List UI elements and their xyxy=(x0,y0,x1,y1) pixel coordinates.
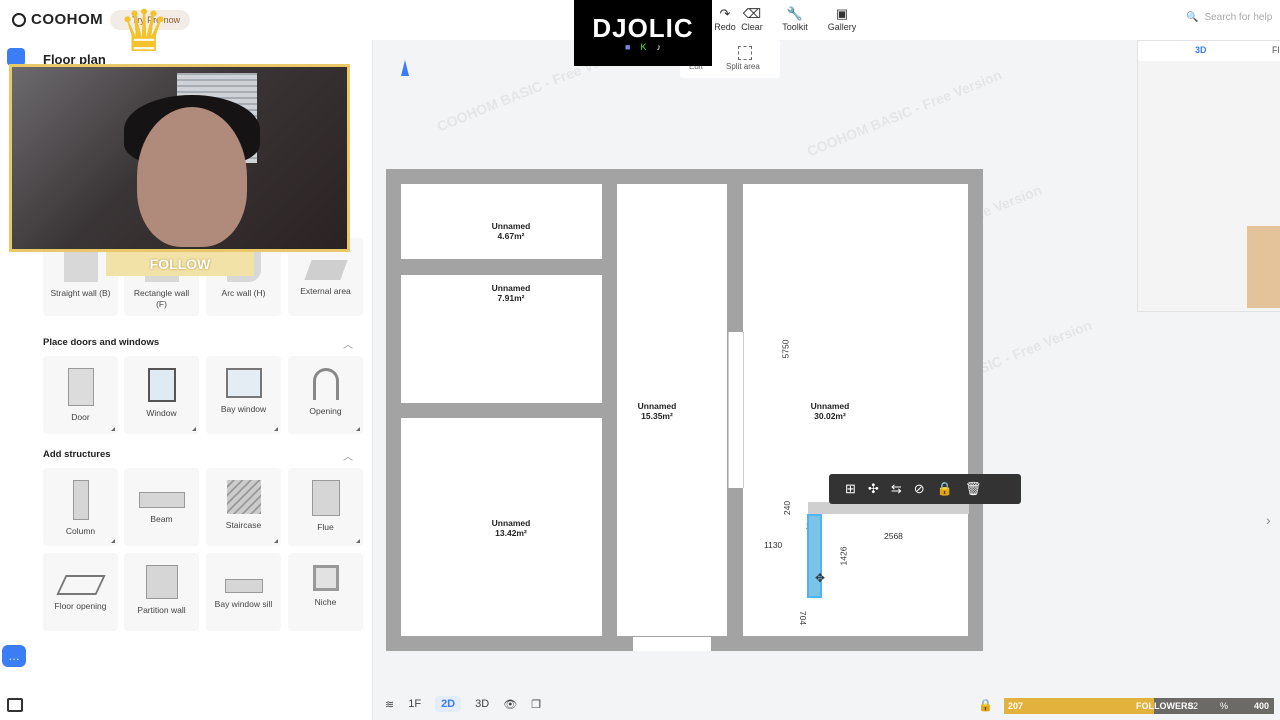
chevron-right-icon[interactable]: › xyxy=(1266,512,1271,528)
layers-icon[interactable]: ≋ xyxy=(385,698,394,711)
opening-tool[interactable]: Opening xyxy=(288,356,363,434)
floor-opening-icon xyxy=(55,575,106,595)
niche-icon xyxy=(312,565,339,591)
collapse-doors-icon[interactable]: ︿ xyxy=(343,336,353,351)
room-label: Unnamed 7.91m² xyxy=(491,283,531,303)
app-logo[interactable]: COOHOM xyxy=(12,11,103,28)
followers-goal-bar: 207 FOLLOWERS 82 % 400 xyxy=(1004,698,1274,714)
search-icon: 🔍 xyxy=(1186,12,1199,23)
tab-3d[interactable]: 3D xyxy=(1195,45,1207,55)
split-area-icon xyxy=(738,46,752,60)
flip-icon[interactable]: ⇆ xyxy=(891,481,902,497)
external-area-icon xyxy=(303,260,348,280)
room-label: Unnamed 30.02m² xyxy=(810,401,850,421)
staircase-tool[interactable]: Staircase xyxy=(206,468,281,546)
dimension-label: 240 xyxy=(782,500,793,516)
3d-floor-render xyxy=(1247,226,1280,308)
beam-tool[interactable]: Beam xyxy=(124,468,199,546)
mode-2d-button[interactable]: 2D xyxy=(435,696,462,712)
follow-banner: FOLLOW xyxy=(106,252,254,276)
column-tool[interactable]: Column xyxy=(43,468,118,546)
toolkit-button[interactable]: 🔧 Toolkit xyxy=(770,6,820,32)
split-icon[interactable]: ✣ xyxy=(868,481,879,497)
logo-icon xyxy=(12,12,26,27)
followers-label: FOLLOWERS xyxy=(1136,701,1194,711)
floor-opening-tool[interactable]: Floor opening xyxy=(43,553,118,631)
crown-icon: ♛ xyxy=(118,0,170,64)
split-area-button[interactable]: Split area xyxy=(726,46,760,71)
door-opening[interactable] xyxy=(633,637,711,651)
door-tool[interactable]: Door xyxy=(43,356,118,434)
column-icon xyxy=(72,480,89,520)
bay-window-icon xyxy=(225,368,262,398)
flue-icon xyxy=(311,480,340,516)
dimension-label: 2568 xyxy=(884,531,903,541)
room-label: Unnamed 13.42m² xyxy=(491,518,531,538)
straight-wall-icon xyxy=(63,252,98,282)
bay-window-tool[interactable]: Bay window xyxy=(206,356,281,434)
window-tool[interactable]: Window xyxy=(124,356,199,434)
dimension-label: 5750 xyxy=(780,339,791,359)
window-icon xyxy=(147,368,176,402)
tiktok-icon: ♪ xyxy=(656,42,661,52)
add-icon[interactable]: ⊞ xyxy=(845,481,856,497)
webcam-overlay xyxy=(9,64,350,252)
partition-wall-tool[interactable]: Partition wall xyxy=(124,553,199,631)
chat-icon[interactable]: … xyxy=(2,645,26,667)
gallery-button[interactable]: ▣ Gallery xyxy=(817,6,867,32)
followers-percent-sign: % xyxy=(1220,701,1229,711)
selection-toolbar: ⊞ ✣ ⇆ ⊘ 🔒 🗑 xyxy=(829,474,1021,504)
compass-icon xyxy=(401,60,409,76)
wrench-icon: 🔧 xyxy=(786,6,804,21)
tab-floor[interactable]: Fl xyxy=(1272,45,1280,55)
selected-wall[interactable] xyxy=(807,514,822,598)
eye-icon[interactable]: 👁 xyxy=(503,698,517,711)
dimension-label: 1426 xyxy=(838,546,849,566)
search-box[interactable]: 🔍 Search for help xyxy=(1186,12,1272,23)
doors-windows-heading: Place doors and windows xyxy=(43,337,160,348)
opening-icon xyxy=(312,368,339,400)
room-label: Unnamed 15.35m² xyxy=(637,401,677,421)
copy-view-icon[interactable]: ❐ xyxy=(531,698,541,711)
view-controls: ≋ 1F 2D 3D 👁 ❐ xyxy=(385,690,615,718)
lock-icon[interactable]: 🔒 xyxy=(978,698,993,712)
menu-rail-icon[interactable] xyxy=(7,698,23,712)
flue-tool[interactable]: Flue xyxy=(288,468,363,546)
dimension-label: 704 xyxy=(798,610,809,626)
followers-count: 207 xyxy=(1008,701,1024,711)
streamer-logo: DJOLIC ■ K ♪ xyxy=(574,0,712,66)
mode-3d-button[interactable]: 3D xyxy=(475,698,489,710)
door-opening[interactable] xyxy=(728,332,744,488)
3d-preview-panel[interactable]: 3D Fl xyxy=(1137,40,1280,312)
followers-progress-fill xyxy=(1004,698,1154,714)
door-icon xyxy=(67,368,94,406)
discord-icon: ■ xyxy=(625,42,631,52)
bay-window-sill-icon xyxy=(224,579,263,593)
kick-icon: K xyxy=(640,42,647,52)
hide-icon[interactable]: ⊘ xyxy=(914,481,925,497)
structures-heading: Add structures xyxy=(43,449,111,460)
followers-percent: 82 xyxy=(1188,701,1199,711)
niche-tool[interactable]: Niche xyxy=(288,553,363,631)
partition-wall-icon xyxy=(145,565,178,599)
delete-icon[interactable]: 🗑 xyxy=(965,481,982,497)
gallery-icon: ▣ xyxy=(835,6,849,21)
move-cursor-icon: ✥ xyxy=(815,571,826,585)
lock-icon[interactable]: 🔒 xyxy=(937,481,953,497)
collapse-structures-icon[interactable]: ︿ xyxy=(343,448,353,463)
beam-icon xyxy=(138,492,185,508)
dimension-label: 1130 xyxy=(764,540,783,550)
floor-select[interactable]: 1F xyxy=(408,698,421,710)
room-label: Unnamed 4.67m² xyxy=(491,221,531,241)
followers-goal: 400 xyxy=(1254,701,1270,711)
bay-window-sill-tool[interactable]: Bay window sill xyxy=(206,553,281,631)
staircase-icon xyxy=(226,480,261,514)
